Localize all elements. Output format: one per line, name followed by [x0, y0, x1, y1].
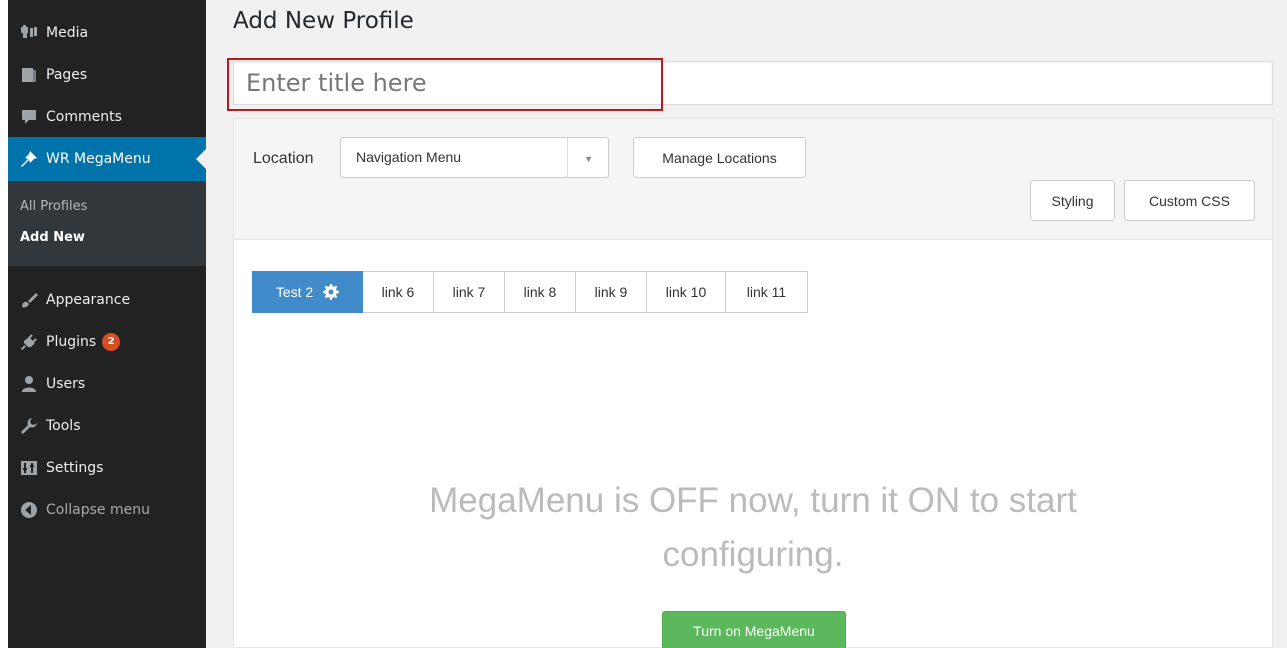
media-icon: [20, 24, 46, 42]
off-message-line-1: MegaMenu is OFF now, turn it ON to start: [429, 481, 1077, 520]
pin-icon: [20, 150, 46, 168]
brush-icon: [20, 291, 46, 309]
plug-icon: [20, 333, 46, 351]
styling-button[interactable]: Styling: [1030, 180, 1115, 221]
sidebar-item-plugins[interactable]: Plugins 2: [8, 322, 206, 362]
tab-link-10[interactable]: link 10: [647, 271, 726, 313]
sidebar-item-pages[interactable]: Pages: [8, 55, 206, 95]
settings-icon: [20, 459, 46, 477]
plugins-update-badge: 2: [102, 333, 121, 351]
custom-css-button[interactable]: Custom CSS: [1124, 180, 1255, 221]
tab-link-7[interactable]: link 7: [434, 271, 505, 313]
location-select[interactable]: Navigation Menu ▼: [340, 137, 609, 178]
megamenu-panel: Location Navigation Menu ▼ Manage Locati…: [233, 118, 1273, 648]
pages-icon: [20, 66, 46, 84]
sidebar-item-label: Media: [46, 25, 89, 41]
submenu-all-profiles[interactable]: All Profiles: [20, 199, 87, 214]
sidebar-item-label: Plugins: [46, 334, 97, 350]
sidebar-item-appearance[interactable]: Appearance: [8, 280, 206, 320]
tab-link-9[interactable]: link 9: [576, 271, 647, 313]
sidebar-item-label: Comments: [46, 109, 122, 125]
tab-link-6[interactable]: link 6: [363, 271, 434, 313]
sidebar-item-label: Collapse menu: [46, 502, 150, 518]
collapse-arrow-icon: [20, 501, 46, 519]
sidebar-item-label: Appearance: [46, 292, 131, 308]
location-select-value: Navigation Menu: [356, 149, 462, 165]
turn-on-megamenu-button[interactable]: Turn on MegaMenu: [662, 611, 846, 648]
gear-icon[interactable]: [323, 284, 340, 300]
megamenu-toolbar: Location Navigation Menu ▼ Manage Locati…: [234, 119, 1272, 240]
sidebar-item-settings[interactable]: Settings: [8, 448, 206, 488]
select-divider: [567, 138, 568, 177]
page-title: Add New Profile: [233, 8, 414, 34]
active-indicator: [196, 149, 206, 169]
megamenu-off-message: MegaMenu is OFF now, turn it ON to start…: [234, 474, 1272, 582]
sidebar-item-label: Tools: [46, 418, 81, 434]
profile-title-input[interactable]: [233, 61, 1273, 105]
collapse-menu-button[interactable]: Collapse menu: [8, 490, 206, 530]
manage-locations-button[interactable]: Manage Locations: [633, 137, 806, 178]
sidebar-item-label: Users: [46, 376, 86, 392]
sidebar-item-tools[interactable]: Tools: [8, 406, 206, 446]
tab-label: Test 2: [275, 284, 314, 300]
wrench-icon: [20, 417, 46, 435]
chevron-down-icon: ▼: [584, 154, 593, 164]
left-edge: [0, 0, 8, 648]
tab-link-8[interactable]: link 8: [505, 271, 576, 313]
user-icon: [20, 375, 46, 393]
sidebar-item-comments[interactable]: Comments: [8, 97, 206, 137]
tab-test-2[interactable]: Test 2: [252, 271, 363, 313]
off-message-line-2: configuring.: [662, 535, 844, 574]
sidebar-item-label: WR MegaMenu: [46, 151, 151, 167]
sidebar-item-wr-megamenu[interactable]: WR MegaMenu: [8, 137, 206, 181]
admin-sidebar: Media Pages Comments WR MegaMenu All Pro…: [8, 0, 206, 648]
sidebar-item-label: Settings: [46, 460, 104, 476]
tab-link-11[interactable]: link 11: [726, 271, 808, 313]
sidebar-item-users[interactable]: Users: [8, 364, 206, 404]
sidebar-item-media[interactable]: Media: [8, 13, 206, 53]
megamenu-submenu: All Profiles Add New: [8, 181, 206, 266]
location-label: Location: [253, 150, 314, 167]
menu-items-tabs: Test 2 link 6 link 7 link 8 link 9 link …: [252, 271, 808, 313]
comments-icon: [20, 108, 46, 126]
submenu-add-new[interactable]: Add New: [20, 230, 85, 245]
sidebar-item-label: Pages: [46, 67, 88, 83]
